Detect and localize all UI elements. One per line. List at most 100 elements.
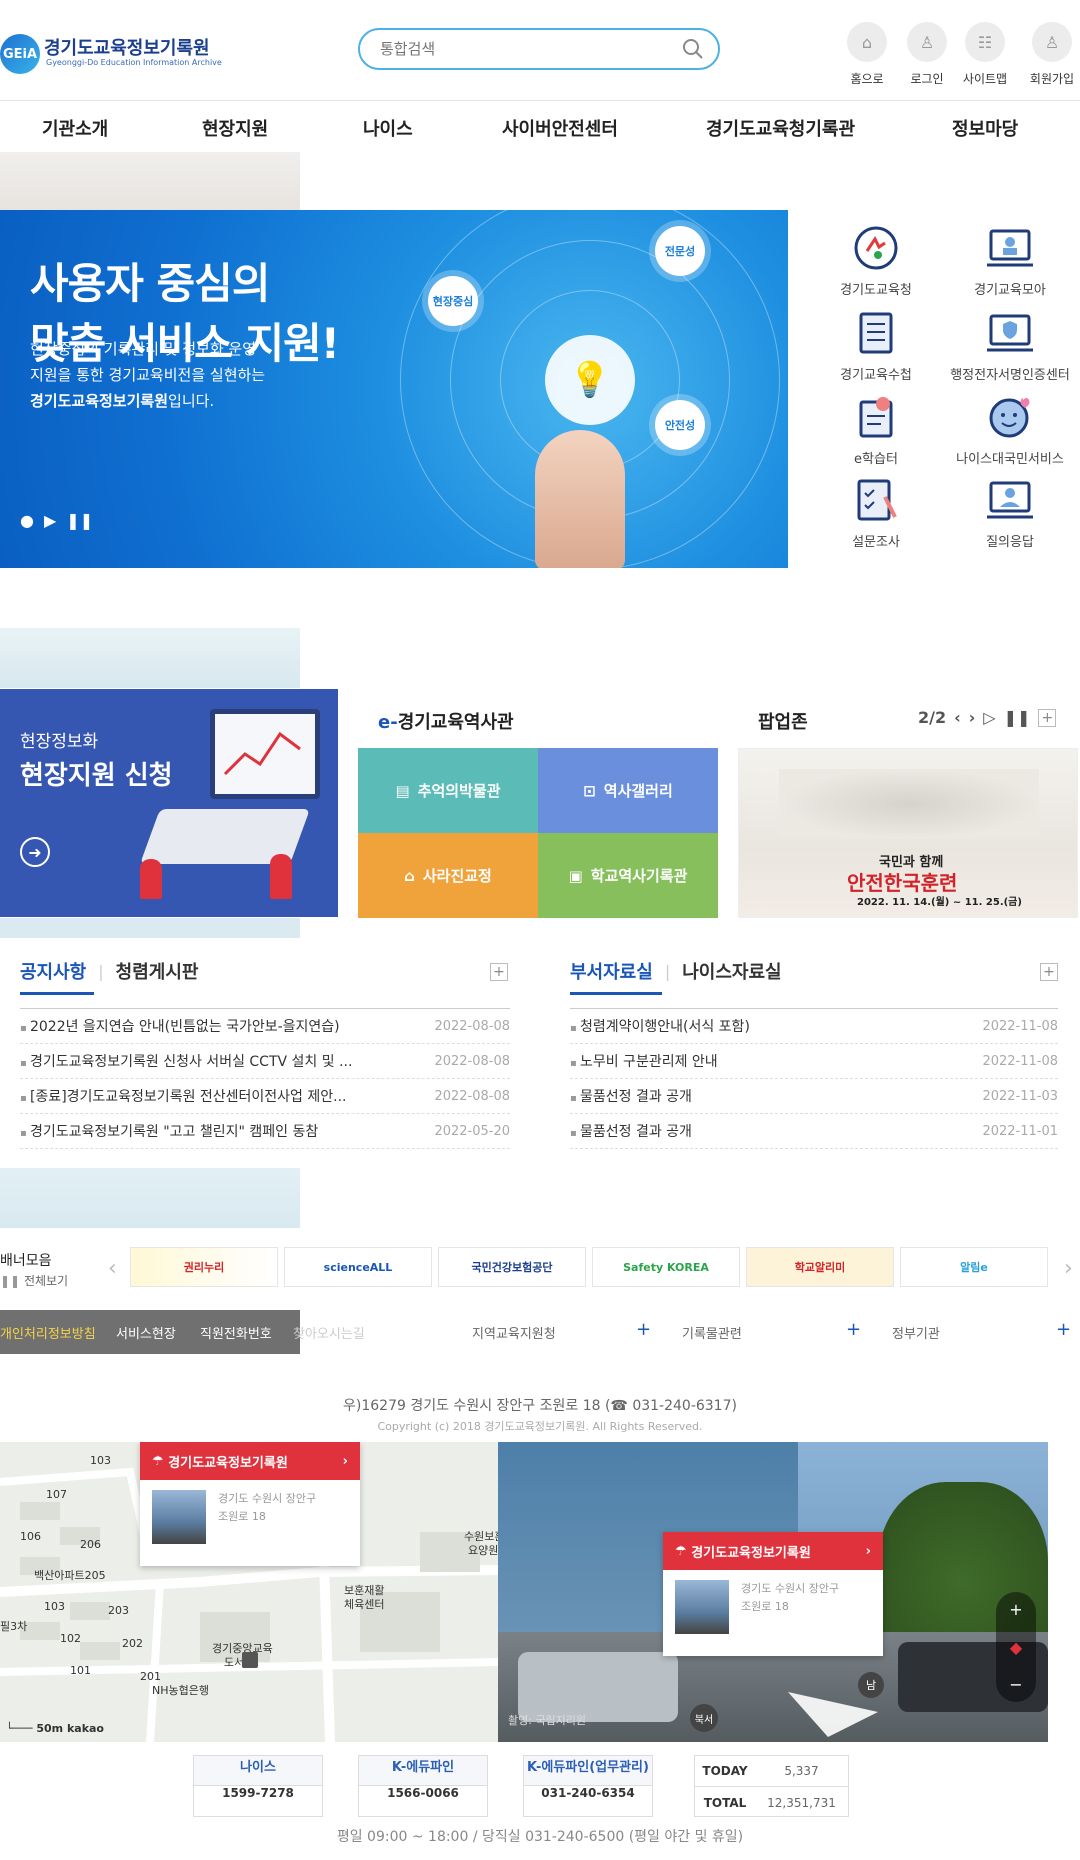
quick-elearning[interactable]: e학습터: [806, 394, 946, 467]
map-label: 102: [60, 1632, 81, 1645]
hero-title-1: 사용자 중심의: [30, 259, 270, 308]
site-logo[interactable]: GEiA 경기도교육정보기록원 Gyeonggi-Do Education In…: [0, 30, 222, 76]
directions-link[interactable]: 찾아오시는길: [293, 1323, 365, 1342]
banner-item[interactable]: 알림e: [900, 1247, 1048, 1287]
tab-notice[interactable]: 공지사항: [20, 958, 86, 984]
compass-icon[interactable]: ◆: [1010, 1638, 1022, 1657]
quick-survey[interactable]: 설문조사: [806, 477, 946, 550]
plus-icon[interactable]: +: [846, 1319, 861, 1340]
tile-museum[interactable]: ▤ 추억의박물관: [358, 748, 538, 833]
nav-archive[interactable]: 경기도교육청기록관: [706, 115, 855, 141]
history-title[interactable]: e-경기교육역사관: [378, 708, 514, 734]
map-label: 106: [20, 1530, 41, 1543]
search-input[interactable]: [380, 38, 670, 60]
tile-label: 학교역사기록관: [590, 867, 688, 885]
zoom-control[interactable]: + ◆ −: [996, 1592, 1036, 1702]
footer-group-label[interactable]: 지역교육지원청: [472, 1323, 556, 1342]
list-item[interactable]: 물품선정 결과 공개 2022-11-03: [570, 1079, 1058, 1114]
list-item[interactable]: 물품선정 결과 공개 2022-11-01: [570, 1114, 1058, 1149]
prev-banner-icon[interactable]: ‹: [108, 1256, 117, 1281]
zoom-out-icon[interactable]: −: [1009, 1675, 1022, 1694]
item-date: 2022-08-08: [434, 1088, 510, 1104]
monitor-illustration: [210, 709, 320, 799]
quick-moa[interactable]: 경기교육모아: [940, 225, 1080, 298]
pause-icon[interactable]: ❚❚: [0, 1274, 20, 1288]
zoom-in-icon[interactable]: +: [1009, 1600, 1022, 1619]
tab-underline: [20, 992, 94, 995]
next-banner-icon[interactable]: ›: [1064, 1256, 1073, 1281]
school-icon: ⌂: [404, 866, 415, 885]
quick-neis-public[interactable]: 나이스대국민서비스: [940, 394, 1080, 467]
map-card-header[interactable]: ☂ 경기도교육정보기록원 ›: [140, 1442, 360, 1480]
hero-banner[interactable]: 💡 현장중심 전문성 안전성 사용자 중심의 맞춤 서비스 지원! 현장중심의 …: [0, 210, 788, 568]
play-icon[interactable]: ▷: [983, 708, 995, 727]
tile-lost-school[interactable]: ⌂ 사라진교정: [358, 833, 538, 918]
street-card-title: 경기도교육정보기록원: [691, 1545, 811, 1561]
join-link[interactable]: ♙ 회원가입: [1012, 22, 1080, 87]
popup-controls: 2/2 ‹ › ▷ ❚❚ +: [918, 708, 1057, 727]
play-icon[interactable]: ▶: [44, 511, 56, 530]
banner-title: 배너모음: [0, 1253, 52, 1269]
quick-notebook[interactable]: 경기교육수첩: [806, 310, 946, 383]
tab-neis-files[interactable]: 나이스자료실: [682, 958, 781, 984]
street-info-card[interactable]: ☂ 경기도교육정보기록원 › 경기도 수원시 장안구 조원로 18: [663, 1532, 883, 1656]
plus-icon[interactable]: +: [1056, 1319, 1071, 1340]
location-map[interactable]: 103 107 106 206 백산아파트205 103 203 102 202…: [0, 1442, 498, 1742]
join-icon: ♙: [1032, 22, 1072, 62]
nav-cyber[interactable]: 사이버안전센터: [502, 115, 618, 141]
list-item[interactable]: 청렴계약이행안내(서식 포함) 2022-11-08: [570, 1009, 1058, 1044]
more-icon[interactable]: +: [1040, 963, 1058, 981]
footer-group-label[interactable]: 정부기관: [892, 1323, 940, 1342]
map-info-card[interactable]: ☂ 경기도교육정보기록원 › 경기도 수원시 장안구 조원로 18: [140, 1442, 360, 1566]
bg-strip: [0, 628, 300, 688]
more-icon[interactable]: +: [490, 963, 508, 981]
field-support-card[interactable]: 현장정보화 현장지원 신청 ➜: [0, 689, 338, 917]
street-card-header[interactable]: ☂ 경기도교육정보기록원 ›: [663, 1532, 883, 1570]
pause-icon[interactable]: ❚❚: [66, 511, 93, 530]
tile-school-history[interactable]: ▣ 학교역사기록관: [538, 833, 718, 918]
popup-poster[interactable]: 국민과 함께 안전한국훈련 2022. 11. 14.(월) ~ 11. 25.…: [738, 748, 1078, 918]
direction-arrow-icon[interactable]: [788, 1682, 888, 1742]
tile-gallery[interactable]: ⊡ 역사갤러리: [538, 748, 718, 833]
more-icon[interactable]: +: [1038, 708, 1057, 727]
nav-intro[interactable]: 기관소개: [42, 115, 108, 141]
tab-dept-files[interactable]: 부서자료실: [570, 958, 653, 984]
footer-group-label[interactable]: 기록물관련: [682, 1323, 742, 1342]
map-label: 206: [80, 1538, 101, 1551]
map-label: 203: [108, 1604, 129, 1617]
street-view[interactable]: ☂ 경기도교육정보기록원 › 경기도 수원시 장안구 조원로 18 남 북서 촬영:…: [498, 1442, 1048, 1742]
chevron-right-icon: ›: [865, 1543, 871, 1559]
nav-info[interactable]: 정보마당: [952, 115, 1018, 141]
list-item[interactable]: 경기도교육정보기록원 "고고 챌린지" 캠페인 동참 2022-05-20: [20, 1114, 510, 1149]
tab-integrity[interactable]: 청렴게시판: [116, 958, 199, 984]
quick-gyeonggi-office[interactable]: 경기도교육청: [806, 225, 946, 298]
banner-item[interactable]: Safety KOREA: [592, 1247, 740, 1287]
banner-item[interactable]: 학교알리미: [746, 1247, 894, 1287]
list-item[interactable]: 노무비 구분관리제 안내 2022-11-08: [570, 1044, 1058, 1079]
plus-icon[interactable]: +: [636, 1319, 651, 1340]
list-item[interactable]: 2022년 을지연습 안내(빈틈없는 국가안보-을지연습) 2022-08-08: [20, 1009, 510, 1044]
next-icon[interactable]: ›: [969, 708, 976, 727]
quick-certificate[interactable]: 행정전자서명인증센터: [940, 310, 1080, 383]
arrow-right-icon[interactable]: ➜: [20, 837, 50, 867]
pause-icon[interactable]: ❚❚: [1004, 708, 1031, 727]
nav-field[interactable]: 현장지원: [202, 115, 268, 141]
footer-address: 우)16279 경기도 수원시 장안구 조원로 18 (☎ 031-240-63…: [343, 1398, 737, 1414]
banner-item[interactable]: 국민건강보험공단: [438, 1247, 586, 1287]
service-link[interactable]: 서비스현장: [116, 1323, 176, 1342]
banner-item[interactable]: scienceALL: [284, 1247, 432, 1287]
compass-northwest[interactable]: 북서: [690, 1704, 718, 1732]
banner-item[interactable]: 권리누리: [130, 1247, 278, 1287]
list-item[interactable]: [종료]경기도교육정보기록원 전산센터이전사업 제안... 2022-08-08: [20, 1079, 510, 1114]
staff-phone-link[interactable]: 직원전화번호: [200, 1323, 272, 1342]
banner-view-all[interactable]: ❚❚ 전체보기: [0, 1272, 68, 1289]
item-date: 2022-11-08: [982, 1018, 1058, 1034]
search-icon[interactable]: [682, 38, 704, 60]
quick-qa[interactable]: 질의응답: [940, 477, 1080, 550]
hero-controls: ● ▶ ❚❚: [20, 510, 93, 530]
prev-icon[interactable]: ‹: [954, 708, 961, 727]
list-item[interactable]: 경기도교육정보기록원 신청사 서버실 CCTV 설치 및 ... 2022-08-…: [20, 1044, 510, 1079]
slide-dot-icon[interactable]: ●: [20, 511, 34, 530]
nav-neis[interactable]: 나이스: [363, 115, 413, 141]
privacy-link[interactable]: 개인처리정보방침: [0, 1323, 96, 1342]
